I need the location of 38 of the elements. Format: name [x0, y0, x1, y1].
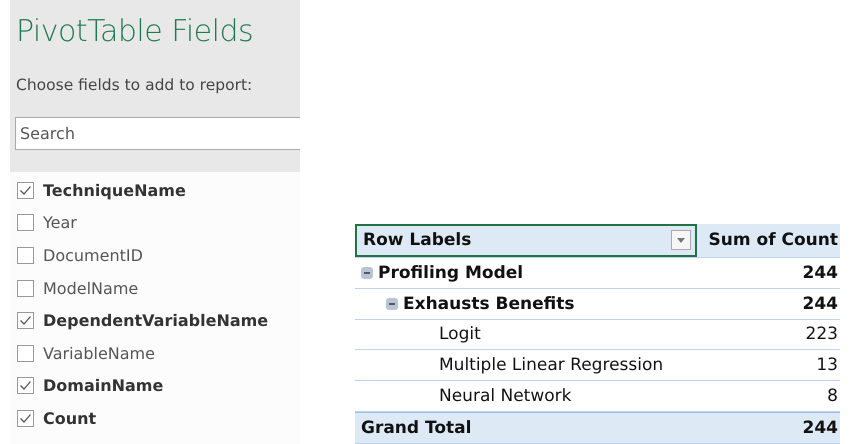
field-label: TechniqueName: [43, 180, 186, 200]
grand-total-value: 244: [802, 418, 839, 438]
field-label: DocumentID: [43, 246, 143, 265]
collapse-icon[interactable]: [386, 298, 398, 310]
checkbox[interactable]: [17, 246, 34, 264]
row-label: Neural Network: [439, 386, 572, 406]
selected-header-cell[interactable]: Row Labels: [355, 224, 697, 257]
checkbox[interactable]: [17, 344, 34, 362]
column-header: Sum of Count: [708, 230, 839, 250]
checkbox[interactable]: [17, 410, 34, 427]
field-label: DomainName: [43, 376, 164, 396]
row-label: Profiling Model: [378, 262, 524, 283]
row-label: Exhausts Benefits: [403, 294, 575, 314]
checkbox[interactable]: [17, 280, 34, 297]
field-label: ModelName: [43, 278, 138, 298]
checkbox[interactable]: [17, 312, 34, 330]
value-cell-text: 244: [802, 262, 839, 283]
grand-total-label: Grand Total: [360, 417, 472, 440]
checkbox[interactable]: [17, 214, 34, 232]
checkbox[interactable]: [17, 377, 34, 394]
column-header: Row Labels: [363, 230, 472, 250]
value-cell-text: 223: [804, 324, 839, 344]
checkbox[interactable]: [17, 182, 34, 199]
panel-subtitle: Choose fields to add to report:: [15, 75, 254, 96]
value-cell-text: 244: [802, 294, 839, 314]
field-label: VariableName: [43, 344, 155, 363]
value-cell-text: 8: [826, 386, 839, 406]
value-cell-text: 13: [815, 355, 839, 376]
collapse-icon[interactable]: [361, 266, 373, 279]
field-label: DependentVariableName: [43, 311, 268, 330]
field-label: Year: [43, 213, 77, 232]
row-label: Logit: [439, 324, 481, 344]
filter-dropdown-button[interactable]: [671, 230, 691, 250]
row-label: Multiple Linear Regression: [439, 355, 664, 376]
search-field[interactable]: Search: [15, 117, 300, 150]
caret-icon: [677, 238, 685, 243]
panel-title: PivotTable Fields: [15, 13, 254, 51]
field-label: Count: [43, 408, 96, 428]
